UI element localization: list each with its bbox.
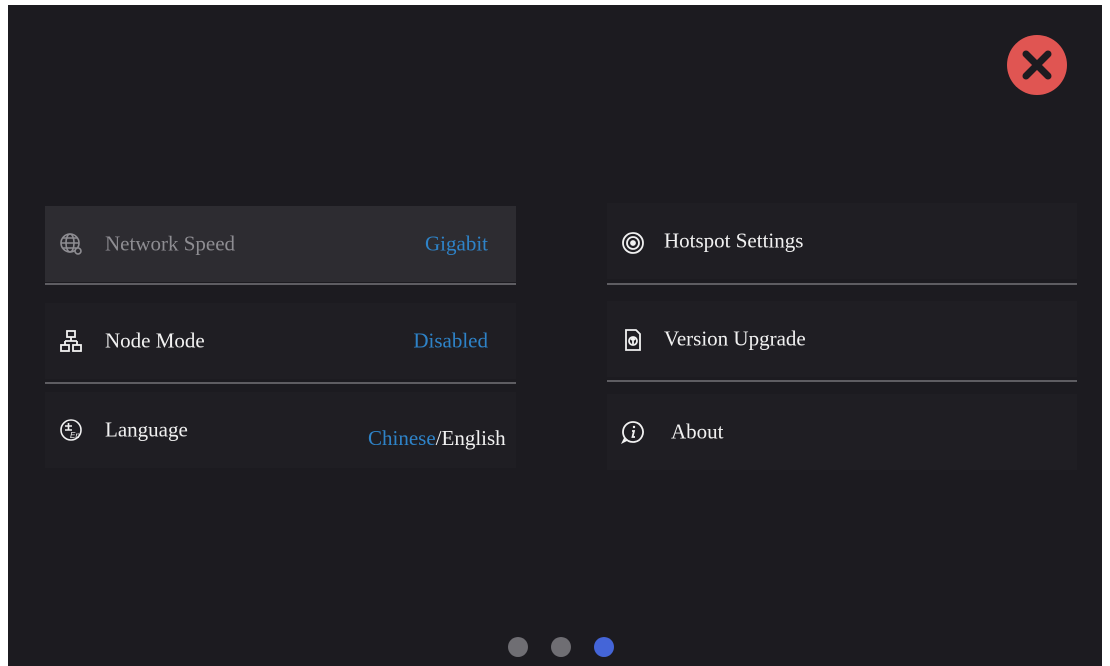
network-nodes-icon <box>59 329 83 353</box>
divider <box>607 283 1077 285</box>
node-mode-value: Disabled <box>413 328 488 353</box>
page-dot-3-active[interactable] <box>594 637 614 657</box>
hotspot-settings-label: Hotspot Settings <box>664 228 804 253</box>
language-icon: En <box>59 418 83 442</box>
info-icon <box>620 420 645 445</box>
node-mode-row[interactable]: Node Mode Disabled <box>45 303 516 379</box>
page-dot-2[interactable] <box>551 637 571 657</box>
close-button[interactable] <box>1007 35 1067 95</box>
network-speed-label: Network Speed <box>105 231 236 256</box>
divider <box>45 283 516 285</box>
hotspot-icon <box>621 231 645 255</box>
language-selector[interactable]: Chinese/English <box>368 426 506 451</box>
network-speed-row[interactable]: Network Speed Gigabit <box>45 206 516 282</box>
page-dot-1[interactable] <box>508 637 528 657</box>
divider <box>607 380 1077 382</box>
globe-icon <box>59 232 83 256</box>
node-mode-label: Node Mode <box>105 328 205 353</box>
language-option-chinese[interactable]: Chinese <box>368 426 436 450</box>
version-upgrade-label: Version Upgrade <box>664 326 806 351</box>
language-option-english[interactable]: English <box>442 426 506 450</box>
divider <box>45 382 516 384</box>
about-label: About <box>671 419 724 444</box>
network-speed-value: Gigabit <box>425 231 488 256</box>
upgrade-icon <box>621 328 645 352</box>
hotspot-settings-row[interactable]: Hotspot Settings <box>607 203 1077 279</box>
close-icon <box>1007 35 1067 95</box>
version-upgrade-row[interactable]: Version Upgrade <box>607 301 1077 377</box>
svg-text:En: En <box>70 431 80 440</box>
language-label: Language <box>105 417 188 442</box>
about-row[interactable]: About <box>607 394 1077 470</box>
